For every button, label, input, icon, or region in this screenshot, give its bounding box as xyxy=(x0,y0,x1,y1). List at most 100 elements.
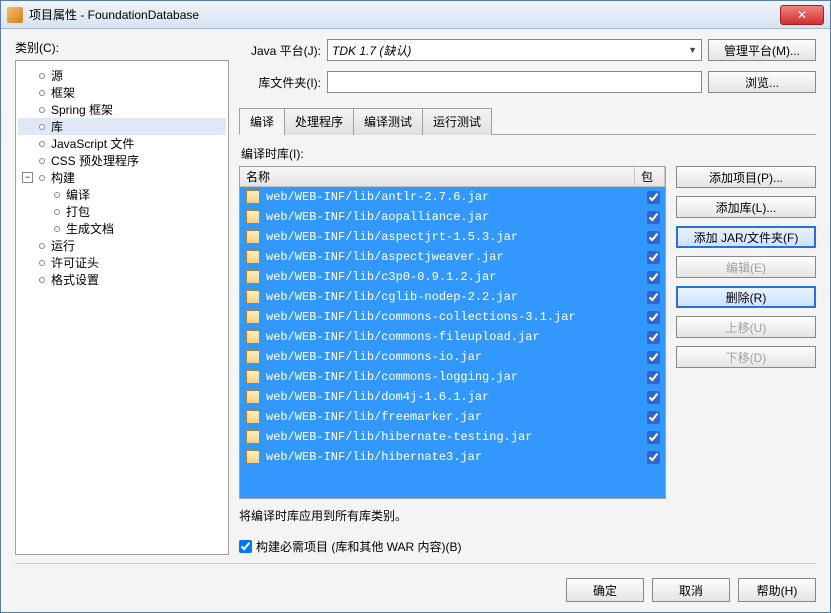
tab-strip: 编译处理程序编译测试运行测试 xyxy=(239,107,816,135)
package-checkbox[interactable] xyxy=(647,191,660,204)
table-row[interactable]: web/WEB-INF/lib/commons-collections-3.1.… xyxy=(240,307,665,327)
close-button[interactable]: ✕ xyxy=(780,5,824,25)
col-package[interactable]: 包 xyxy=(635,167,665,186)
expand-toggle-icon[interactable]: − xyxy=(22,172,33,183)
jar-icon xyxy=(246,330,260,344)
table-row[interactable]: web/WEB-INF/lib/commons-fileupload.jar xyxy=(240,327,665,347)
table-row[interactable]: web/WEB-INF/lib/aopalliance.jar xyxy=(240,207,665,227)
library-panel: Java 平台(J): TDK 1.7 (缺认) 管理平台(M)... 库文件夹… xyxy=(239,39,816,555)
tree-item[interactable]: − 构建 xyxy=(18,169,226,186)
help-button[interactable]: 帮助(H) xyxy=(738,578,816,602)
table-row[interactable]: web/WEB-INF/lib/hibernate-testing.jar xyxy=(240,427,665,447)
package-checkbox[interactable] xyxy=(647,211,660,224)
library-table: 名称 包 web/WEB-INF/lib/antlr-2.7.6.jarweb/… xyxy=(239,166,666,499)
package-checkbox[interactable] xyxy=(647,251,660,264)
table-row[interactable]: web/WEB-INF/lib/hibernate3.jar xyxy=(240,447,665,467)
jar-path: web/WEB-INF/lib/aopalliance.jar xyxy=(266,210,641,224)
tree-item[interactable]: 打包 xyxy=(18,203,226,220)
tree-item-label: Spring 框架 xyxy=(51,101,113,118)
table-row[interactable]: web/WEB-INF/lib/c3p0-0.9.1.2.jar xyxy=(240,267,665,287)
build-required-checkbox[interactable] xyxy=(239,540,252,553)
tree-item-label: CSS 预处理程序 xyxy=(51,152,139,169)
tree-item-label: 框架 xyxy=(51,84,75,101)
build-required-row[interactable]: 构建必需项目 (库和其他 WAR 内容)(B) xyxy=(239,538,816,555)
tree-item[interactable]: JavaScript 文件 xyxy=(18,135,226,152)
col-name[interactable]: 名称 xyxy=(240,167,635,186)
tree-item[interactable]: 许可证头 xyxy=(18,254,226,271)
package-checkbox[interactable] xyxy=(647,231,660,244)
bullet-icon xyxy=(39,243,45,249)
table-row[interactable]: web/WEB-INF/lib/freemarker.jar xyxy=(240,407,665,427)
table-body[interactable]: web/WEB-INF/lib/antlr-2.7.6.jar web/WEB-I… xyxy=(240,187,665,498)
package-checkbox[interactable] xyxy=(647,271,660,284)
dialog-body: 类别(C): 源框架Spring 框架库JavaScript 文件CSS 预处理… xyxy=(1,29,830,612)
tree-item[interactable]: 库 xyxy=(18,118,226,135)
tab-0[interactable]: 编译 xyxy=(239,108,285,135)
table-row[interactable]: web/WEB-INF/lib/commons-logging.jar xyxy=(240,367,665,387)
bullet-icon xyxy=(39,158,45,164)
ok-button[interactable]: 确定 xyxy=(566,578,644,602)
table-row[interactable]: web/WEB-INF/lib/cglib-nodep-2.2.jar xyxy=(240,287,665,307)
jar-icon xyxy=(246,250,260,264)
tree-item[interactable]: 源 xyxy=(18,67,226,84)
apply-note: 将编译时库应用到所有库类别。 xyxy=(239,507,816,524)
tree-item[interactable]: 编译 xyxy=(18,186,226,203)
table-row[interactable]: web/WEB-INF/lib/dom4j-1.6.1.jar xyxy=(240,387,665,407)
tree-item[interactable]: CSS 预处理程序 xyxy=(18,152,226,169)
compile-libs-label: 编译时库(I): xyxy=(241,145,816,162)
tree-item-label: 构建 xyxy=(51,169,75,186)
package-checkbox[interactable] xyxy=(647,411,660,424)
manage-platforms-button[interactable]: 管理平台(M)... xyxy=(708,39,816,61)
tree-item[interactable]: 生成文档 xyxy=(18,220,226,237)
package-checkbox[interactable] xyxy=(647,451,660,464)
tab-3[interactable]: 运行测试 xyxy=(422,108,492,135)
jar-icon xyxy=(246,290,260,304)
category-tree[interactable]: 源框架Spring 框架库JavaScript 文件CSS 预处理程序 − 构建编译… xyxy=(15,60,229,555)
jar-path: web/WEB-INF/lib/aspectjrt-1.5.3.jar xyxy=(266,230,641,244)
table-row[interactable]: web/WEB-INF/lib/aspectjrt-1.5.3.jar xyxy=(240,227,665,247)
move-down-button[interactable]: 下移(D) xyxy=(676,346,816,368)
tree-item-label: JavaScript 文件 xyxy=(51,135,134,152)
jar-icon xyxy=(246,390,260,404)
tree-item[interactable]: Spring 框架 xyxy=(18,101,226,118)
jar-path: web/WEB-INF/lib/aspectjweaver.jar xyxy=(266,250,641,264)
package-checkbox[interactable] xyxy=(647,311,660,324)
edit-button[interactable]: 编辑(E) xyxy=(676,256,816,278)
jar-icon xyxy=(246,190,260,204)
package-checkbox[interactable] xyxy=(647,351,660,364)
jar-icon xyxy=(246,230,260,244)
title-bar: 项目属性 - FoundationDatabase ✕ xyxy=(1,1,830,29)
table-row[interactable]: web/WEB-INF/lib/aspectjweaver.jar xyxy=(240,247,665,267)
window-title: 项目属性 - FoundationDatabase xyxy=(29,6,780,23)
package-checkbox[interactable] xyxy=(647,431,660,444)
tree-item[interactable]: 运行 xyxy=(18,237,226,254)
move-up-button[interactable]: 上移(U) xyxy=(676,316,816,338)
browse-button[interactable]: 浏览... xyxy=(708,71,816,93)
package-checkbox[interactable] xyxy=(647,331,660,344)
package-checkbox[interactable] xyxy=(647,391,660,404)
remove-button[interactable]: 删除(R) xyxy=(676,286,816,308)
tree-item[interactable]: 格式设置 xyxy=(18,271,226,288)
table-row[interactable]: web/WEB-INF/lib/antlr-2.7.6.jar xyxy=(240,187,665,207)
lib-folder-label: 库文件夹(I): xyxy=(239,74,321,91)
package-checkbox[interactable] xyxy=(647,291,660,304)
table-row[interactable]: web/WEB-INF/lib/commons-io.jar xyxy=(240,347,665,367)
cancel-button[interactable]: 取消 xyxy=(652,578,730,602)
tab-compile: 编译时库(I): 名称 包 web/WEB-INF/lib/antlr-2.7.… xyxy=(239,135,816,555)
tree-item[interactable]: 框架 xyxy=(18,84,226,101)
jar-path: web/WEB-INF/lib/c3p0-0.9.1.2.jar xyxy=(266,270,641,284)
category-label: 类别(C): xyxy=(15,39,229,56)
jar-icon xyxy=(246,430,260,444)
lib-folder-input[interactable] xyxy=(327,71,702,93)
add-library-button[interactable]: 添加库(L)... xyxy=(676,196,816,218)
jar-icon xyxy=(246,450,260,464)
jar-icon xyxy=(246,270,260,284)
build-required-label[interactable]: 构建必需项目 (库和其他 WAR 内容)(B) xyxy=(256,538,462,555)
tab-2[interactable]: 编译测试 xyxy=(353,108,423,135)
tab-1[interactable]: 处理程序 xyxy=(284,108,354,135)
package-checkbox[interactable] xyxy=(647,371,660,384)
jar-path: web/WEB-INF/lib/commons-logging.jar xyxy=(266,370,641,384)
add-project-button[interactable]: 添加项目(P)... xyxy=(676,166,816,188)
java-platform-select[interactable]: TDK 1.7 (缺认) xyxy=(327,39,702,61)
add-jar-button[interactable]: 添加 JAR/文件夹(F) xyxy=(676,226,816,248)
